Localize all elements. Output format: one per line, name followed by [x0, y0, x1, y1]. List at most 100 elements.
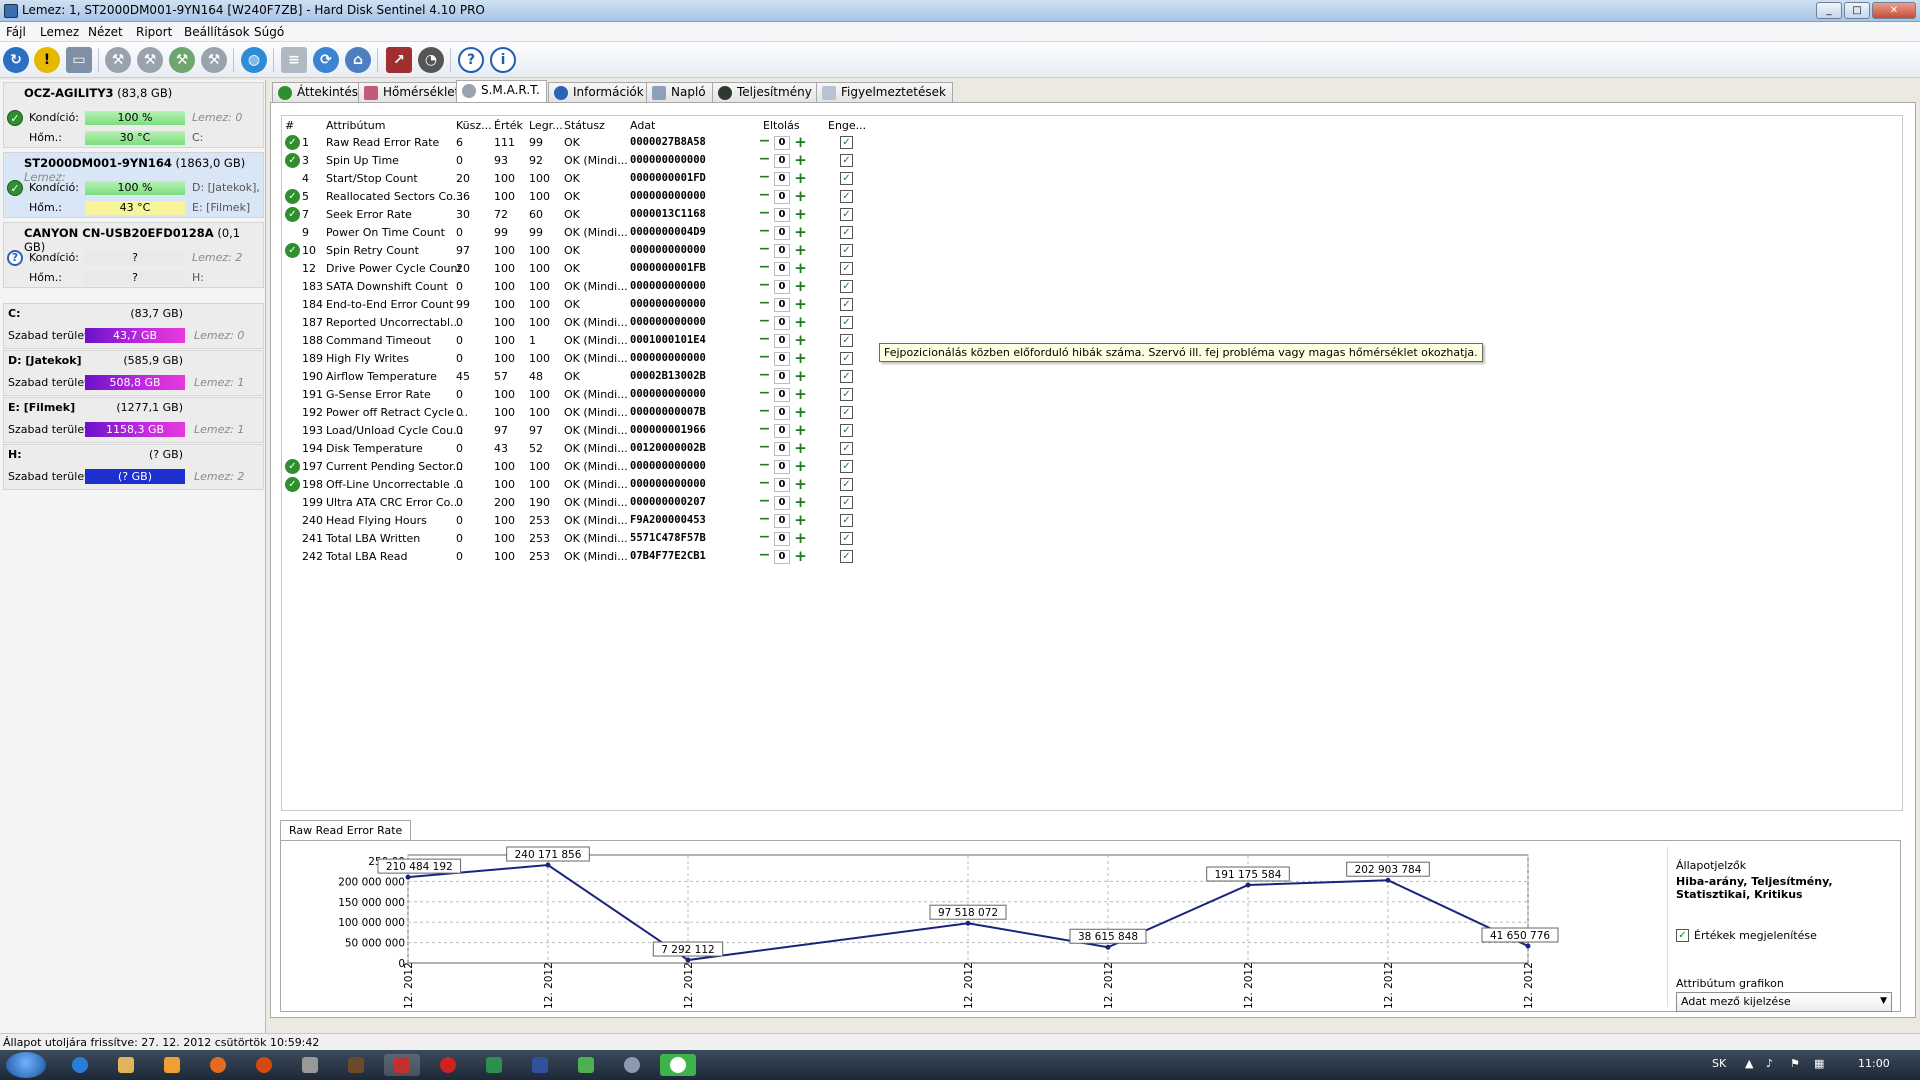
offset-input[interactable]: 0: [774, 532, 790, 546]
offset-plus-icon[interactable]: +: [794, 369, 807, 384]
offset-input[interactable]: 0: [774, 154, 790, 168]
offset-minus-icon[interactable]: −: [758, 242, 771, 257]
media-icon[interactable]: [154, 1054, 190, 1076]
offset-minus-icon[interactable]: −: [758, 260, 771, 275]
tab-overview[interactable]: Áttekintés: [272, 82, 366, 102]
offset-minus-icon[interactable]: −: [758, 440, 771, 455]
offset-input[interactable]: 0: [774, 352, 790, 366]
tool-icon[interactable]: ⚒: [137, 47, 163, 73]
app-icon[interactable]: [660, 1054, 696, 1076]
offset-plus-icon[interactable]: +: [794, 477, 807, 492]
start-button[interactable]: [6, 1052, 46, 1078]
info-icon[interactable]: i: [490, 47, 516, 73]
network-tray-icon[interactable]: ▦: [1814, 1057, 1824, 1070]
offset-input[interactable]: 0: [774, 424, 790, 438]
offset-minus-icon[interactable]: −: [758, 332, 771, 347]
table-row[interactable]: ✓ 5 Reallocated Sectors Co... 36 100 100 OK 000…: [282, 188, 1902, 206]
app-icon[interactable]: [476, 1054, 512, 1076]
disk-entry-0[interactable]: OCZ-AGILITY3 (83,8 GB) ✓ Kondíció: 100 %…: [3, 82, 264, 148]
table-row[interactable]: ✓ 3 Spin Up Time 0 93 92 OK (Mindi... 000000000…: [282, 152, 1902, 170]
app-icon[interactable]: [338, 1054, 374, 1076]
offset-plus-icon[interactable]: +: [794, 171, 807, 186]
offset-plus-icon[interactable]: +: [794, 261, 807, 276]
col-enabled[interactable]: Enge...: [828, 119, 866, 132]
offset-plus-icon[interactable]: +: [794, 153, 807, 168]
offset-minus-icon[interactable]: −: [758, 530, 771, 545]
offset-input[interactable]: 0: [774, 514, 790, 528]
tool-icon[interactable]: ⚒: [201, 47, 227, 73]
offset-input[interactable]: 0: [774, 406, 790, 420]
offset-input[interactable]: 0: [774, 334, 790, 348]
offset-input[interactable]: 0: [774, 172, 790, 186]
enabled-checkbox[interactable]: ✓: [840, 136, 853, 149]
offset-input[interactable]: 0: [774, 208, 790, 222]
warning-icon[interactable]: !: [34, 47, 60, 73]
enabled-checkbox[interactable]: ✓: [840, 154, 853, 167]
offset-plus-icon[interactable]: +: [794, 333, 807, 348]
app-icon[interactable]: [568, 1054, 604, 1076]
table-row[interactable]: 192 Power off Retract Cycle ... 0 100 100 OK …: [282, 404, 1902, 422]
show-values-checkbox[interactable]: ✓: [1676, 929, 1689, 942]
table-row[interactable]: 190 Airflow Temperature 45 57 48 OK 00002B1300…: [282, 368, 1902, 386]
offset-minus-icon[interactable]: −: [758, 206, 771, 221]
col-status[interactable]: Státusz: [564, 119, 605, 132]
table-row[interactable]: ✓ 10 Spin Retry Count 97 100 100 OK 00000000000…: [282, 242, 1902, 260]
offset-plus-icon[interactable]: +: [794, 297, 807, 312]
offset-input[interactable]: 0: [774, 190, 790, 204]
table-row[interactable]: 12 Drive Power Cycle Count 20 100 100 OK 00000…: [282, 260, 1902, 278]
app-icon[interactable]: [292, 1054, 328, 1076]
network-icon[interactable]: ⌂: [345, 47, 371, 73]
offset-input[interactable]: 0: [774, 262, 790, 276]
table-row[interactable]: 241 Total LBA Written 0 100 253 OK (Mindi... 5…: [282, 530, 1902, 548]
offset-input[interactable]: 0: [774, 550, 790, 564]
offset-plus-icon[interactable]: +: [794, 531, 807, 546]
app-icon[interactable]: [522, 1054, 558, 1076]
explorer-icon[interactable]: [108, 1054, 144, 1076]
enabled-checkbox[interactable]: ✓: [840, 172, 853, 185]
tab-alerts[interactable]: Figyelmeztetések: [816, 82, 953, 102]
offset-plus-icon[interactable]: +: [794, 441, 807, 456]
table-row[interactable]: 191 G-Sense Error Rate 0 100 100 OK (Mindi...…: [282, 386, 1902, 404]
offset-minus-icon[interactable]: −: [758, 476, 771, 491]
browser-icon[interactable]: [246, 1054, 282, 1076]
enabled-checkbox[interactable]: ✓: [840, 190, 853, 203]
enabled-checkbox[interactable]: ✓: [840, 442, 853, 455]
offset-minus-icon[interactable]: −: [758, 188, 771, 203]
offset-input[interactable]: 0: [774, 478, 790, 492]
offset-minus-icon[interactable]: −: [758, 314, 771, 329]
sync-icon[interactable]: ⟳: [313, 47, 339, 73]
offset-input[interactable]: 0: [774, 442, 790, 456]
volume-entry-0[interactable]: C: (83,7 GB) Szabad terület 43,7 GB Leme…: [3, 303, 264, 349]
table-row[interactable]: 199 Ultra ATA CRC Error Co... 0 200 190 OK (M…: [282, 494, 1902, 512]
menu-disk[interactable]: Lemez: [40, 25, 79, 39]
offset-plus-icon[interactable]: +: [794, 315, 807, 330]
volume-icon[interactable]: ♪: [1766, 1057, 1773, 1070]
enabled-checkbox[interactable]: ✓: [840, 532, 853, 545]
flag-icon[interactable]: ⚑: [1790, 1057, 1800, 1070]
refresh-icon[interactable]: ↻: [3, 47, 29, 73]
enabled-checkbox[interactable]: ✓: [840, 262, 853, 275]
enabled-checkbox[interactable]: ✓: [840, 298, 853, 311]
menu-settings[interactable]: Beállítások: [184, 25, 250, 39]
enabled-checkbox[interactable]: ✓: [840, 406, 853, 419]
col-id[interactable]: #: [285, 119, 294, 132]
menu-help[interactable]: Súgó: [254, 25, 284, 39]
volume-entry-3[interactable]: H: (? GB) Szabad terület (? GB) Lemez: 2: [3, 444, 264, 490]
enabled-checkbox[interactable]: ✓: [840, 496, 853, 509]
col-value[interactable]: Érték: [494, 119, 523, 132]
menu-report[interactable]: Riport: [136, 25, 172, 39]
table-row[interactable]: 193 Load/Unload Cycle Cou... 0 97 97 OK (Mind…: [282, 422, 1902, 440]
table-row[interactable]: 194 Disk Temperature 0 43 52 OK (Mindi... 0012…: [282, 440, 1902, 458]
enabled-checkbox[interactable]: ✓: [840, 280, 853, 293]
table-row[interactable]: 187 Reported Uncorrectabl... 0 100 100 OK (Mi…: [282, 314, 1902, 332]
offset-input[interactable]: 0: [774, 388, 790, 402]
offset-minus-icon[interactable]: −: [758, 512, 771, 527]
menu-file[interactable]: Fájl: [6, 25, 26, 39]
offset-input[interactable]: 0: [774, 244, 790, 258]
offset-minus-icon[interactable]: −: [758, 224, 771, 239]
enabled-checkbox[interactable]: ✓: [840, 424, 853, 437]
offset-plus-icon[interactable]: +: [794, 279, 807, 294]
offset-plus-icon[interactable]: +: [794, 189, 807, 204]
close-button[interactable]: ✕: [1872, 2, 1916, 19]
offset-plus-icon[interactable]: +: [794, 513, 807, 528]
